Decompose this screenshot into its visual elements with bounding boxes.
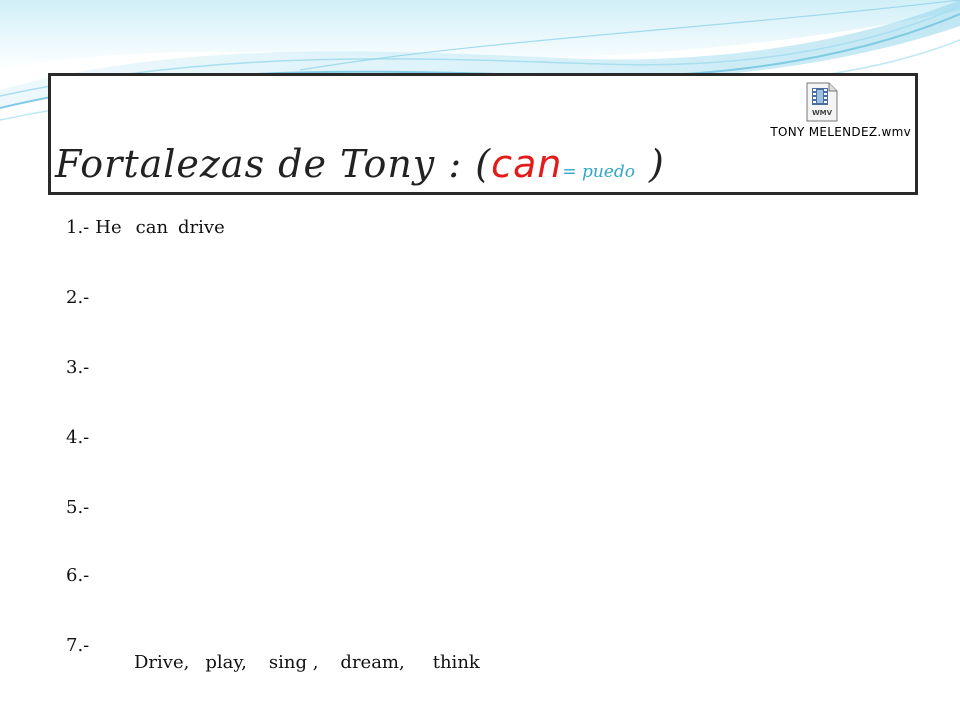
list-number: 4.- — [66, 427, 90, 448]
list-item: 1.- He can drive — [66, 217, 225, 238]
title-suffix: ) — [649, 142, 665, 186]
title-box: WMV TONY MELENDEZ.wmv Fortalezas de Tony… — [48, 73, 918, 195]
list-subject: He — [95, 217, 122, 238]
list-item: 4.- — [66, 427, 89, 448]
list-verb: drive — [178, 217, 225, 238]
list-number: 6.- — [66, 565, 90, 586]
verb-bank: Drive, play, sing , dream, think — [134, 652, 480, 673]
list-number: 3.- — [66, 357, 90, 378]
title-can: can — [491, 142, 563, 186]
slide: WMV TONY MELENDEZ.wmv Fortalezas de Tony… — [0, 0, 960, 720]
verb-word: dream, — [340, 652, 405, 673]
video-filename: TONY MELENDEZ.wmv — [770, 125, 911, 139]
list-item: 6.- — [66, 565, 89, 586]
verb-word: Drive, — [134, 652, 190, 673]
list-number: 2.- — [66, 287, 90, 308]
slide-title: Fortalezas de Tony : (can= puedo) — [55, 142, 665, 186]
list-item: 5.- — [66, 497, 89, 518]
verb-word: sing , — [268, 652, 319, 673]
list-item: 3.- — [66, 357, 89, 378]
wmv-icon-text: WMV — [812, 109, 833, 117]
verb-word: think — [432, 652, 480, 673]
list-item: 7.- — [66, 635, 89, 656]
list-item: 2.- — [66, 287, 89, 308]
list-number: 5.- — [66, 497, 90, 518]
list-number: 1.- — [66, 217, 90, 238]
title-translation: = puedo — [562, 162, 635, 182]
video-file[interactable]: WMV TONY MELENDEZ.wmv — [741, 82, 911, 142]
wmv-file-icon: WMV — [806, 82, 838, 122]
list-modal: can — [135, 217, 169, 238]
verb-word: play, — [205, 652, 247, 673]
title-prefix: Fortalezas de Tony : ( — [55, 142, 492, 186]
list-number: 7.- — [66, 635, 90, 656]
